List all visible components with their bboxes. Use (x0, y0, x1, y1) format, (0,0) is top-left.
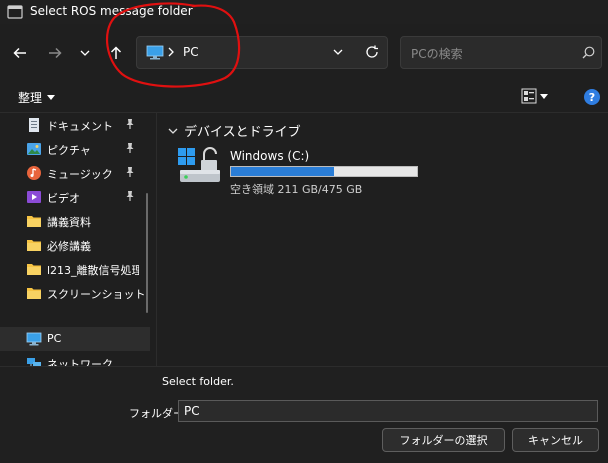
drive-usage-bar (230, 166, 418, 177)
chevron-down-icon (80, 50, 90, 56)
pc-icon (146, 45, 164, 60)
sidebar-item-label: PC (47, 332, 62, 345)
pc-icon (26, 332, 42, 346)
pictures-icon (27, 143, 41, 155)
pin-icon (126, 143, 134, 153)
folder-icon (27, 264, 41, 275)
search-box[interactable]: PCの検索 (400, 36, 602, 69)
sidebar-item-label: 必修講義 (47, 240, 91, 253)
caret-down-icon (540, 93, 548, 99)
select-folder-button[interactable]: フォルダーの選択 (382, 428, 505, 452)
sidebar-item-music[interactable]: ミュージック (0, 161, 150, 185)
caret-down-icon (47, 95, 56, 100)
dialog-footer: Select folder. フォルダー: フォルダーの選択 キャンセル (0, 366, 608, 463)
file-dialog-window: Select ROS message folder PC PCの検索 整理 ? … (0, 0, 608, 463)
music-icon (27, 166, 41, 180)
drive-usage-fill (231, 167, 335, 176)
window-title: Select ROS message folder (30, 4, 193, 18)
view-details-icon (521, 88, 537, 104)
command-bar: 整理 ? (0, 83, 608, 111)
app-icon (7, 5, 23, 19)
windows-drive-icon (178, 147, 220, 182)
documents-icon (29, 118, 39, 132)
sidebar-item-network[interactable]: ネットワーク (0, 351, 150, 366)
title-bar: Select ROS message folder (0, 0, 608, 24)
sidebar-item-label: l213_離散信号処理 (47, 264, 139, 277)
arrow-left-icon (13, 47, 26, 59)
network-icon (27, 358, 41, 366)
sidebar-item-folder[interactable]: 講義資料 (0, 209, 150, 233)
sidebar-item-pc[interactable]: PC (0, 327, 150, 351)
section-header[interactable]: デバイスとドライブ (168, 121, 301, 140)
chevron-down-icon (168, 128, 178, 134)
sidebar-item-folder[interactable]: スクリーンショット (0, 281, 150, 305)
arrow-up-icon (110, 46, 122, 59)
refresh-icon[interactable] (365, 45, 379, 59)
forward-button[interactable] (44, 42, 66, 64)
chevron-right-icon (168, 47, 174, 57)
sidebar-item-label: ドキュメント (47, 120, 113, 133)
section-title: デバイスとドライブ (184, 125, 301, 140)
sidebar-item-documents[interactable]: ドキュメント (0, 113, 150, 137)
recent-locations-button[interactable] (74, 42, 96, 64)
sidebar-item-label: 講義資料 (47, 216, 91, 229)
arrow-right-icon (49, 47, 62, 59)
sidebar-item-label: ミュージック (47, 168, 113, 181)
videos-icon (27, 191, 41, 203)
navigation-pane: ドキュメント ピクチャ ミュージック ビデオ 講義資料 必修講義 l213_離散… (0, 113, 156, 366)
address-location: PC (183, 45, 199, 59)
sidebar-item-label: ピクチャ (47, 144, 91, 157)
drive-item[interactable]: Windows (C:) 空き領域 211 GB/475 GB (178, 146, 428, 196)
address-bar[interactable]: PC (136, 36, 388, 69)
pin-icon (126, 167, 134, 177)
search-placeholder: PCの検索 (411, 47, 463, 61)
view-options-button[interactable] (521, 88, 548, 104)
sidebar-item-pictures[interactable]: ピクチャ (0, 137, 150, 161)
search-icon (582, 46, 595, 59)
sidebar-item-folder[interactable]: 必修講義 (0, 233, 150, 257)
sidebar-item-folder[interactable]: l213_離散信号処理 (0, 257, 150, 281)
chevron-down-icon[interactable] (333, 49, 343, 55)
sidebar-item-videos[interactable]: ビデオ (0, 185, 150, 209)
organize-menu[interactable]: 整理 (18, 89, 56, 106)
help-icon[interactable]: ? (584, 89, 600, 105)
folder-icon (27, 288, 41, 299)
sidebar-item-label: スクリーンショット (47, 288, 146, 301)
folder-name-input[interactable] (178, 400, 598, 422)
drive-name: Windows (C:) (230, 149, 310, 163)
drive-free-space: 空き領域 211 GB/475 GB (230, 183, 363, 196)
cancel-button[interactable]: キャンセル (512, 428, 599, 452)
pane-divider[interactable] (156, 113, 157, 366)
pin-icon (126, 191, 134, 201)
footer-message: Select folder. (162, 375, 234, 388)
organize-label: 整理 (18, 91, 43, 105)
sidebar-item-label: ビデオ (47, 192, 80, 205)
folder-icon (27, 216, 41, 227)
back-button[interactable] (9, 42, 31, 64)
up-button[interactable] (105, 42, 127, 64)
sidebar-item-label: ネットワーク (47, 358, 113, 366)
folder-icon (27, 240, 41, 251)
pin-icon (126, 119, 134, 129)
sidebar-scrollbar[interactable] (146, 193, 148, 313)
